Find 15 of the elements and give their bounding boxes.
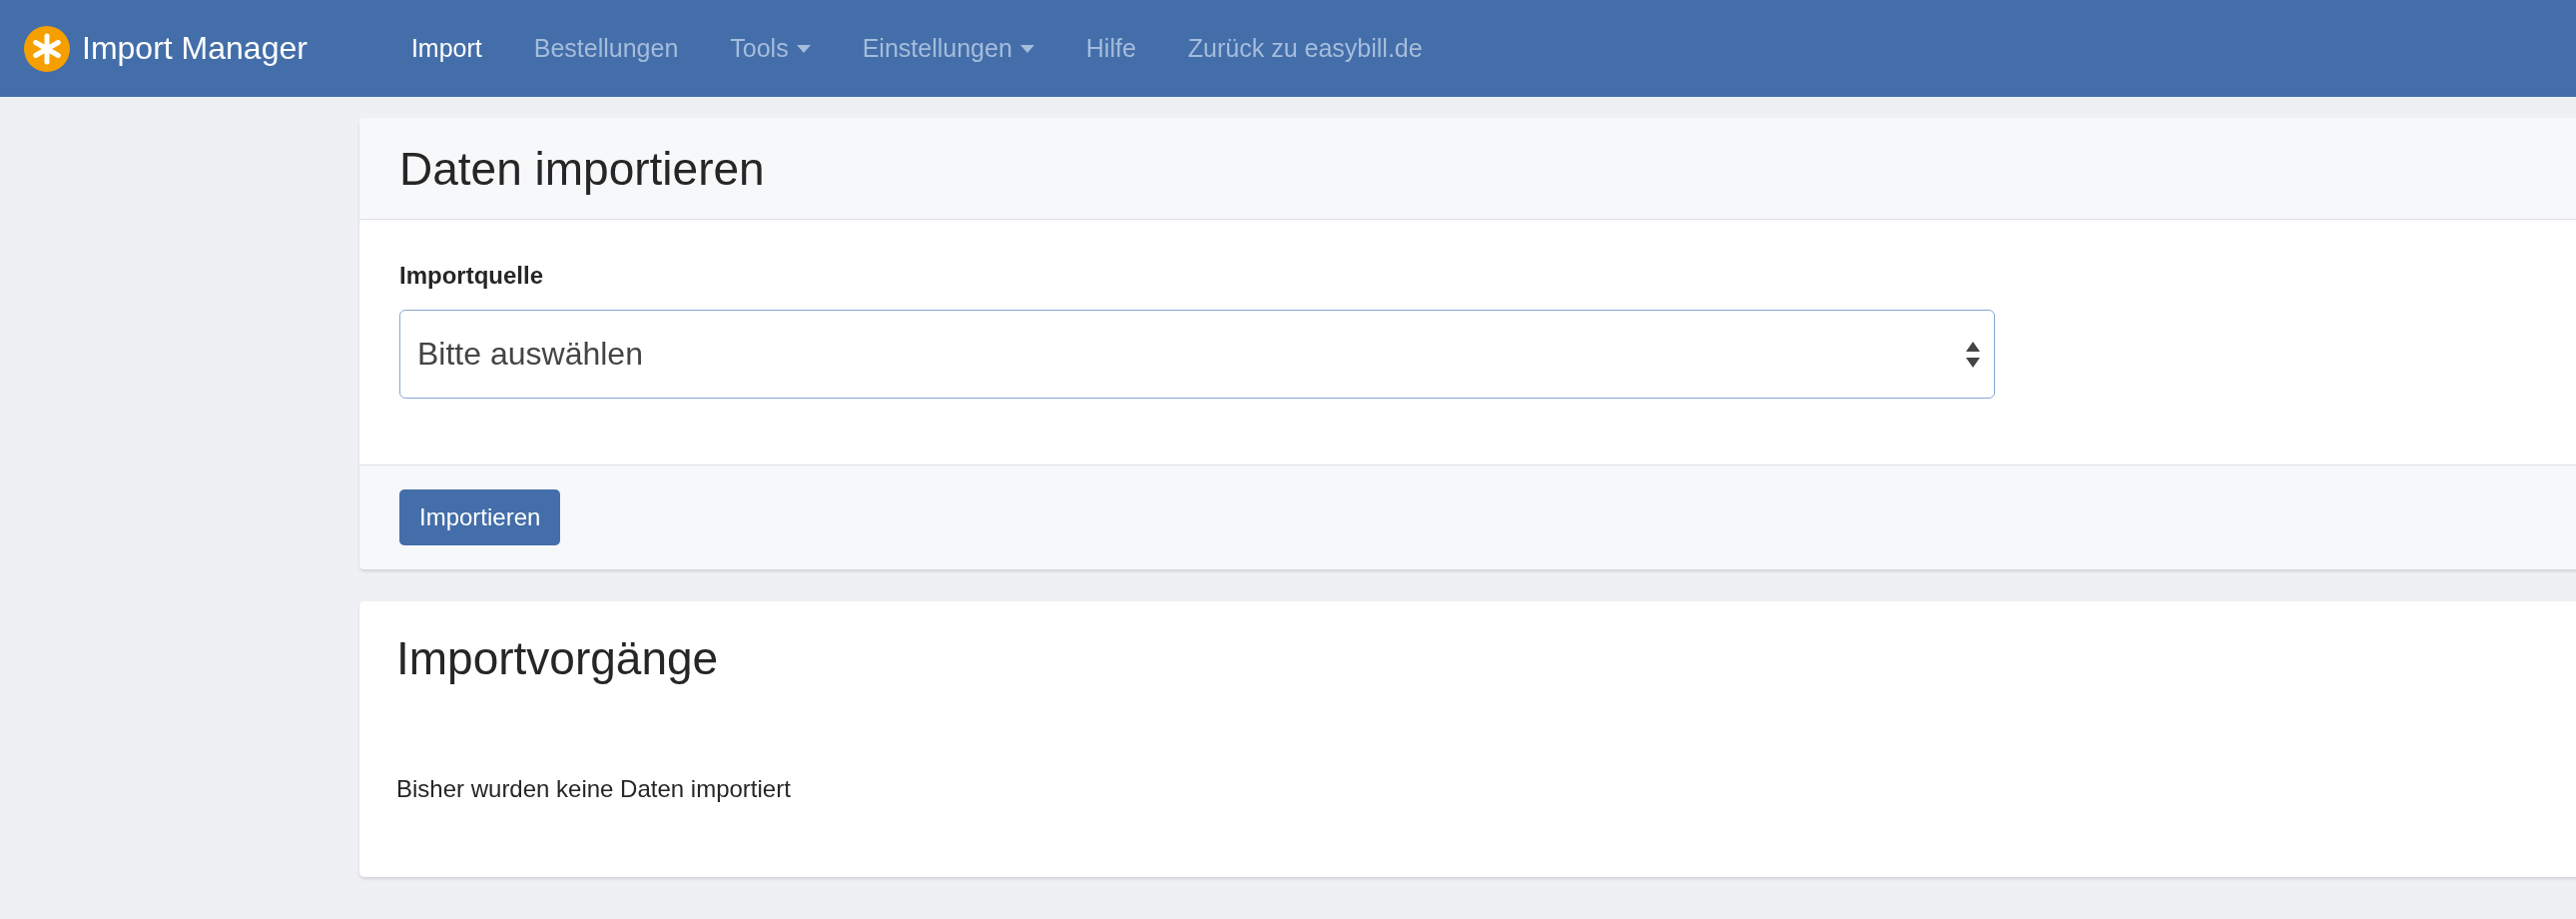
asterisk-logo-icon xyxy=(24,25,70,72)
nav-link[interactable]: Zurück zu easybill.de xyxy=(1161,34,1449,63)
import-source-select[interactable]: Bitte auswählen xyxy=(399,310,1995,399)
nav-link[interactable]: Hilfe xyxy=(1059,34,1162,63)
empty-message: Bisher wurden keine Daten importiert xyxy=(396,775,792,803)
up-down-arrows-icon xyxy=(1966,341,1980,368)
app-title[interactable]: Import Manager xyxy=(82,30,308,67)
nav-link[interactable]: Einstellungen xyxy=(836,34,1060,63)
panel-title: Daten importieren xyxy=(399,141,765,196)
panel-title: Importvorgänge xyxy=(396,631,720,685)
nav-link[interactable]: Bestellungen xyxy=(507,34,705,63)
import-button[interactable]: Importieren xyxy=(399,489,561,545)
nav-link[interactable]: Tools xyxy=(704,34,837,63)
field-label: Importquelle xyxy=(399,262,544,290)
nav-link[interactable]: Import xyxy=(384,34,508,63)
